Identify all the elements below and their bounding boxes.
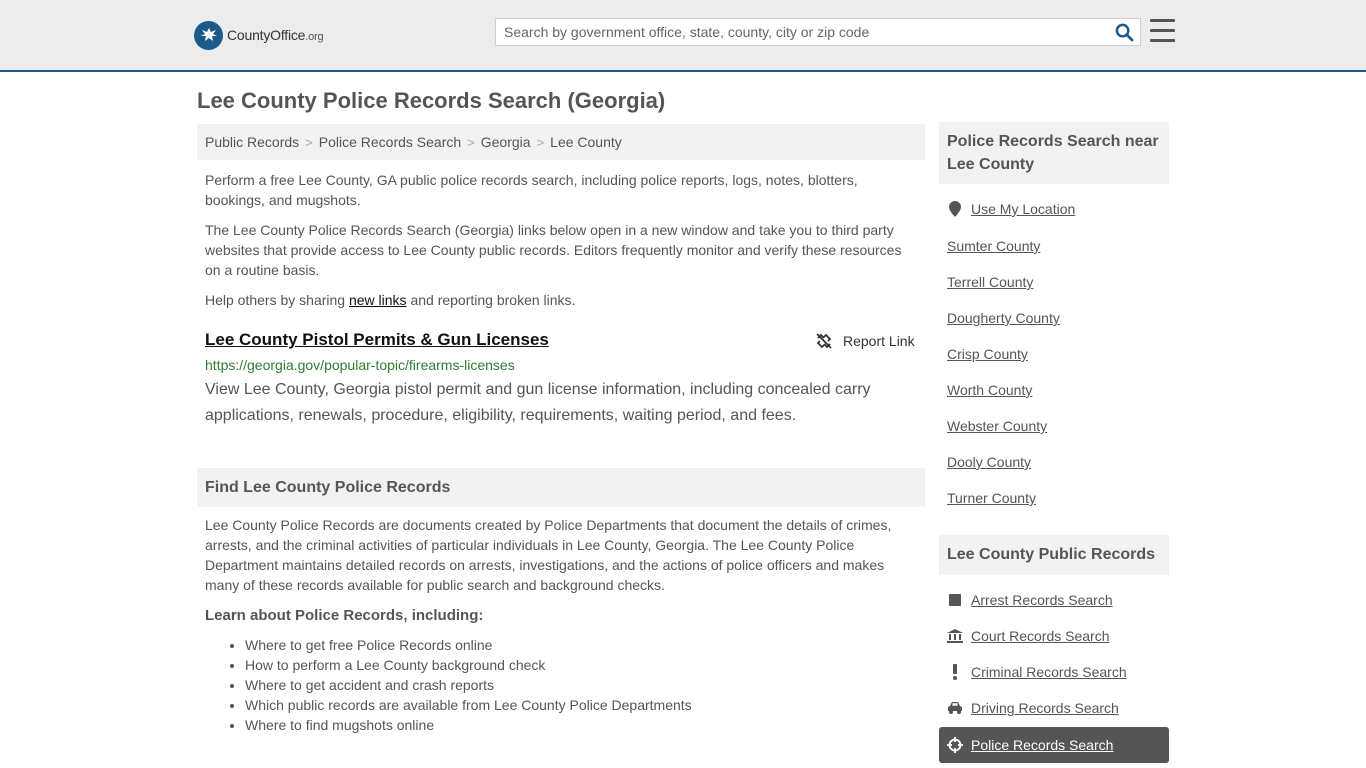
use-my-location-link[interactable]: Use My Location — [947, 201, 1075, 217]
site-header: CountyOffice.org — [0, 0, 1366, 72]
search-input[interactable] — [496, 19, 1108, 45]
intro-paragraph-3: Help others by sharing new links and rep… — [205, 292, 576, 308]
seal-icon — [194, 20, 223, 50]
result-description: View Lee County, Georgia pistol permit a… — [205, 381, 871, 424]
list-item: Which public records are available from … — [245, 695, 692, 715]
square-icon — [947, 592, 963, 608]
search-icon — [1115, 23, 1133, 41]
list-item: Where to find mugshots online — [245, 715, 692, 735]
breadcrumb: Public Records > Police Records Search >… — [197, 124, 925, 160]
learn-heading: Learn about Police Records, including: — [205, 607, 484, 624]
sidebar-item-webster-county[interactable]: Webster County — [947, 418, 1047, 434]
result-url: https://georgia.gov/popular-topic/firear… — [205, 357, 515, 373]
new-links-link[interactable]: new links — [349, 292, 407, 308]
breadcrumb-public-records[interactable]: Public Records — [205, 134, 299, 150]
sidebar-item-sumter-county[interactable]: Sumter County — [947, 238, 1040, 254]
breadcrumb-georgia[interactable]: Georgia — [481, 134, 531, 150]
sidebar-item-worth-county[interactable]: Worth County — [947, 382, 1032, 398]
map-pin-icon — [947, 201, 963, 217]
find-section-heading: Find Lee County Police Records — [197, 468, 925, 507]
report-link-label: Report Link — [843, 333, 915, 349]
chevron-right-icon: > — [305, 134, 313, 150]
broken-link-icon — [816, 333, 832, 349]
crosshair-icon — [947, 737, 963, 753]
site-logo[interactable]: CountyOffice.org — [194, 20, 324, 50]
page-title: Lee County Police Records Search (Georgi… — [197, 88, 666, 113]
intro-paragraph-1: Perform a free Lee County, GA public pol… — [205, 172, 858, 208]
sidebar-item-terrell-county[interactable]: Terrell County — [947, 274, 1033, 290]
sidebar-near-heading: Police Records Search near Lee County — [939, 122, 1169, 184]
logo-brand: CountyOffice — [227, 27, 306, 43]
courthouse-icon — [947, 628, 963, 644]
chevron-right-icon: > — [467, 134, 475, 150]
learn-list: Where to get free Police Records online … — [245, 635, 692, 735]
find-section-body: Lee County Police Records are documents … — [205, 517, 892, 593]
list-item: Where to get accident and crash reports — [245, 675, 692, 695]
hamburger-menu-icon[interactable] — [1150, 19, 1175, 42]
sidebar-item-police-records-active[interactable]: Police Records Search — [939, 727, 1169, 763]
sidebar-item-court-records[interactable]: Court Records Search — [947, 628, 1110, 644]
chevron-right-icon: > — [536, 134, 545, 150]
list-item: Where to get free Police Records online — [245, 635, 692, 655]
search-button[interactable] — [1108, 19, 1140, 45]
sidebar-item-driving-records[interactable]: Driving Records Search — [947, 700, 1119, 716]
logo-tld: .org — [305, 31, 324, 43]
result-title-link[interactable]: Lee County Pistol Permits & Gun Licenses — [205, 330, 549, 350]
sidebar-item-crisp-county[interactable]: Crisp County — [947, 346, 1028, 362]
sidebar-item-dougherty-county[interactable]: Dougherty County — [947, 310, 1060, 326]
breadcrumb-police-records-search[interactable]: Police Records Search — [319, 134, 461, 150]
sidebar-item-arrest-records[interactable]: Arrest Records Search — [947, 592, 1113, 608]
breadcrumb-lee-county[interactable]: Lee County — [550, 134, 622, 150]
search-bar — [495, 18, 1141, 46]
list-item: How to perform a Lee County background c… — [245, 655, 692, 675]
exclamation-icon — [947, 664, 963, 680]
report-link-button[interactable]: Report Link — [815, 332, 915, 350]
car-icon — [947, 700, 963, 716]
intro-paragraph-2: The Lee County Police Records Search (Ge… — [205, 222, 902, 278]
sidebar-item-criminal-records[interactable]: Criminal Records Search — [947, 664, 1127, 680]
sidebar-public-heading: Lee County Public Records — [939, 535, 1169, 575]
sidebar-item-turner-county[interactable]: Turner County — [947, 490, 1036, 506]
sidebar-item-dooly-county[interactable]: Dooly County — [947, 454, 1031, 470]
